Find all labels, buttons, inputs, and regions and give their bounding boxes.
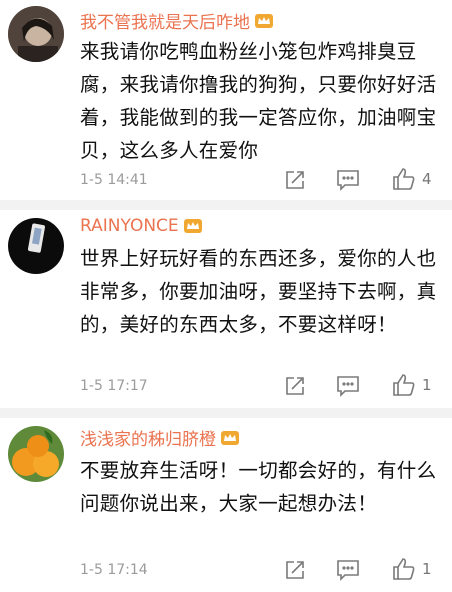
username-text[interactable]: RAINYONCE <box>80 216 179 236</box>
comment-button[interactable] <box>336 374 360 398</box>
like-icon <box>393 374 415 396</box>
username[interactable]: 浅浅家的秭归脐橙 <box>80 425 240 450</box>
repost-icon <box>286 377 304 395</box>
like-button[interactable]: 1 <box>392 557 432 581</box>
comment-button[interactable] <box>336 558 360 582</box>
username-text[interactable]: 浅浅家的秭归脐橙 <box>80 425 216 450</box>
timestamp: 1-5 17:14 <box>80 562 148 578</box>
repost-button[interactable] <box>284 374 306 398</box>
avatar[interactable] <box>8 426 64 482</box>
divider <box>0 200 452 210</box>
crown-badge-icon <box>183 218 203 234</box>
username[interactable]: RAINYONCE <box>80 216 203 236</box>
comment-button[interactable] <box>336 168 360 192</box>
comment-text: 世界上好玩好看的东西还多，爱你的人也非常多，你要加油呀，要坚持下去啊，真的，美好… <box>80 247 437 336</box>
avatar[interactable] <box>8 6 64 62</box>
timestamp: 1-5 17:17 <box>80 378 148 394</box>
crown-badge-icon <box>254 13 274 29</box>
comment-item: 我不管我就是天后咋地 来我请你吃鸭血粉丝小笼包炸鸡排臭豆腐，来我请你撸我的狗狗，… <box>0 0 452 200</box>
repost-icon <box>286 171 304 189</box>
like-button[interactable]: 4 <box>392 167 432 191</box>
repost-icon <box>286 561 304 579</box>
repost-button[interactable] <box>284 168 306 192</box>
like-count: 1 <box>422 376 432 394</box>
avatar[interactable] <box>8 218 64 274</box>
username-text[interactable]: 我不管我就是天后咋地 <box>80 8 250 33</box>
like-button[interactable]: 1 <box>392 373 432 397</box>
comment-item: RAINYONCE 世界上好玩好看的东西还多，爱你的人也非常多，你要加油呀，要坚… <box>0 210 452 408</box>
like-count: 4 <box>422 170 432 188</box>
repost-button[interactable] <box>284 558 306 582</box>
like-count: 1 <box>422 560 432 578</box>
comment-text: 不要放弃生活呀！一切都会好的，有什么问题你说出来，大家一起想办法！ <box>80 459 437 515</box>
like-icon <box>393 168 415 190</box>
comment-icon <box>337 376 359 397</box>
comment-icon <box>337 170 359 191</box>
comment-icon <box>337 560 359 581</box>
divider <box>0 408 452 418</box>
comment-item: 浅浅家的秭归脐橙 不要放弃生活呀！一切都会好的，有什么问题你说出来，大家一起想办… <box>0 418 452 592</box>
timestamp: 1-5 14:41 <box>80 172 148 188</box>
crown-badge-icon <box>220 430 240 446</box>
username[interactable]: 我不管我就是天后咋地 <box>80 8 274 33</box>
like-icon <box>393 558 415 580</box>
comment-text: 来我请你吃鸭血粉丝小笼包炸鸡排臭豆腐，来我请你撸我的狗狗，只要你好好活着，我能做… <box>80 40 437 162</box>
